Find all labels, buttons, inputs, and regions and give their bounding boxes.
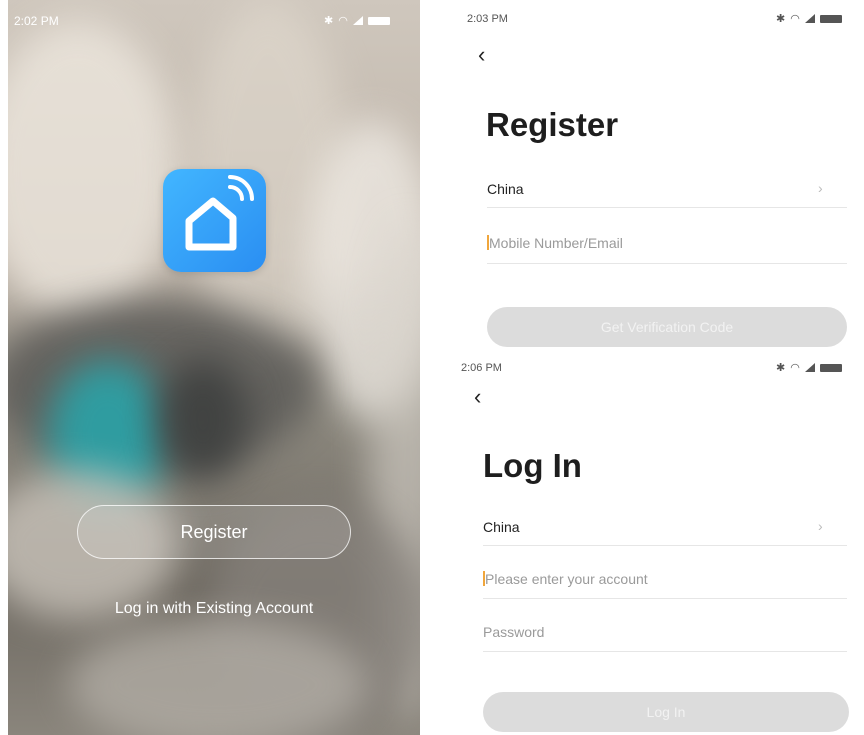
password-input[interactable]: Password — [483, 624, 544, 640]
divider — [483, 651, 847, 652]
verification-code-button[interactable]: Get Verification Code — [487, 307, 847, 347]
account-input[interactable]: Mobile Number/Email — [489, 235, 623, 251]
bluetooth-icon: ✱ — [776, 362, 786, 374]
signal-icon — [804, 363, 815, 372]
bluetooth-icon: ✱ — [324, 15, 334, 27]
battery-icon — [819, 14, 842, 23]
status-icons: ✱ ◠ — [776, 12, 842, 25]
battery-icon — [367, 16, 390, 25]
register-button[interactable]: Register — [77, 505, 351, 559]
status-time: 2:06 PM — [461, 362, 502, 374]
register-screen: 2:03 PM ✱ ◠ ‹ Register China › Mobile Nu… — [440, 0, 864, 355]
wifi-icon: ◠ — [338, 15, 348, 27]
country-selector[interactable]: China — [487, 181, 524, 197]
divider — [483, 598, 847, 599]
house-wifi-icon — [185, 175, 254, 251]
status-time: 2:03 PM — [467, 13, 508, 25]
login-existing-link[interactable]: Log in with Existing Account — [8, 600, 420, 618]
bluetooth-icon: ✱ — [776, 13, 786, 25]
status-icons: ✱ ◠ — [776, 361, 842, 374]
status-time: 2:02 PM — [14, 14, 59, 28]
country-selector[interactable]: China — [483, 519, 520, 535]
signal-icon — [804, 14, 815, 23]
chevron-right-icon: › — [818, 180, 823, 196]
page-title: Log In — [483, 447, 582, 484]
signal-icon — [352, 16, 363, 25]
wifi-icon: ◠ — [790, 362, 800, 374]
splash-screen: 2:02 PM ✱ ◠ Register Log in with Existin… — [8, 0, 420, 735]
chevron-right-icon: › — [818, 518, 823, 534]
background-blur — [158, 360, 248, 480]
smart-home-icon — [163, 169, 266, 272]
back-arrow-icon[interactable]: ‹ — [478, 44, 485, 66]
status-icons: ✱ ◠ — [324, 14, 390, 27]
divider — [483, 545, 847, 546]
background-blur — [8, 20, 178, 320]
login-button[interactable]: Log In — [483, 692, 849, 732]
wifi-icon: ◠ — [790, 13, 800, 25]
divider — [487, 263, 847, 264]
back-arrow-icon[interactable]: ‹ — [474, 386, 481, 408]
page-title: Register — [486, 106, 619, 143]
divider — [487, 207, 847, 208]
account-input[interactable]: Please enter your account — [485, 571, 648, 587]
battery-icon — [819, 363, 842, 372]
login-screen: 2:06 PM ✱ ◠ ‹ Log In China › Please ente… — [440, 352, 864, 735]
